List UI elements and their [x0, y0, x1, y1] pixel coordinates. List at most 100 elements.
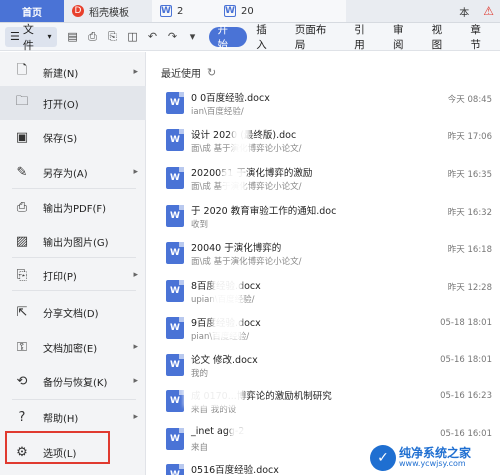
undo-icon[interactable]: ↶ — [147, 30, 159, 44]
refresh-icon[interactable]: ↻ — [207, 66, 216, 79]
menu-item-backup[interactable]: ⟲ 备份与恢复(K) ▸ — [0, 364, 146, 398]
ribbon-tab-view[interactable]: 视图 — [423, 24, 462, 51]
hamburger-icon: ☰ — [10, 30, 20, 43]
recent-file-row[interactable]: W 于 2020 教育审验工作的通知.doc 收到 昨天 16:32 — [160, 203, 500, 239]
file-path: ian\百度经验/ — [191, 107, 244, 117]
file-path: 收到 — [191, 220, 209, 230]
ribbon-tab-layout[interactable]: 页面布局 — [286, 24, 345, 51]
menu-item-share[interactable]: ⇱ 分享文档(D) — [0, 295, 146, 329]
menu-item-label: 帮助(H) — [43, 413, 79, 425]
file-time: 昨天 16:32 — [447, 208, 492, 218]
word-doc-icon: W — [166, 390, 184, 412]
highlight-annotation — [5, 431, 110, 464]
ribbon-tab-section[interactable]: 章节 — [461, 24, 500, 51]
new-document-icon: 🗋 — [16, 63, 28, 78]
word-doc-icon: W — [166, 464, 184, 475]
file-name: 于 2020 教育审验工作的通知.doc — [191, 206, 337, 217]
tab-document-1[interactable]: W 2 — [152, 0, 216, 22]
menu-item-encrypt[interactable]: ⚿ 文档加密(E) ▸ — [0, 330, 146, 364]
recent-file-row[interactable]: W 设计 2020 (最终版).doc 面\成 基于演化博弈论小论文/ 昨天 1… — [160, 127, 500, 163]
menu-item-help[interactable]: ? 帮助(H) ▸ — [0, 400, 146, 434]
recent-files-title: 最近使用 — [161, 69, 201, 80]
word-doc-icon: W — [166, 242, 184, 264]
folder-open-icon: 🗀 — [15, 94, 29, 109]
menu-item-label: 文档加密(E) — [43, 343, 98, 355]
file-path: 我的 — [191, 369, 209, 379]
print-icon[interactable]: ⎘ — [107, 30, 119, 44]
word-doc-icon: W — [224, 5, 236, 17]
file-time: 昨天 17:06 — [447, 132, 492, 142]
export-pdf-icon[interactable]: ⎙ — [87, 30, 99, 44]
tab-template[interactable]: D 稻壳模板 — [64, 0, 152, 22]
file-time: 昨天 16:35 — [447, 170, 492, 180]
file-menu-button[interactable]: ☰ 文件 ▾ — [5, 23, 57, 52]
image-export-icon: ▨ — [15, 233, 29, 249]
menu-item-print[interactable]: ⎘ 打印(P) ▸ — [0, 258, 146, 292]
ribbon-tabs: 开始 插入 页面布局 引用 审阅 视图 章节 — [208, 24, 500, 51]
file-time: 05-16 18:01 — [440, 355, 492, 365]
file-name: 20040 于演化博弈的 — [191, 243, 282, 254]
save-as-icon: ✎ — [16, 164, 28, 180]
chevron-right-icon: ▸ — [133, 342, 138, 352]
warning-icon[interactable]: ⚠ — [477, 0, 500, 22]
menu-item-label: 保存(S) — [43, 133, 78, 145]
recent-file-row[interactable]: W 2020051 于演化博弈的激励 面\成 基于演化博弈论小论文/ 昨天 16… — [160, 165, 500, 201]
share-icon: ⇱ — [16, 304, 28, 320]
word-doc-icon: W — [166, 428, 184, 450]
file-name: 2020051 于演化博弈的激励 — [191, 168, 313, 179]
toolbar: ☰ 文件 ▾ ▤ ⎙ ⎘ ◫ ↶ ↷ ▾ 开始 插入 页面布局 引用 审阅 视图… — [0, 23, 500, 52]
print-preview-icon[interactable]: ◫ — [127, 30, 139, 44]
menu-item-label: 分享文档(D) — [43, 308, 99, 320]
chevron-right-icon: ▸ — [133, 167, 138, 177]
recent-files-header: 最近使用 ↻ — [161, 65, 216, 80]
tab-document-3[interactable]: 本 — [346, 0, 477, 22]
menu-item-label: 打开(O) — [43, 99, 79, 111]
menu-item-label: 输出为图片(G) — [43, 237, 109, 249]
chevron-down-icon: ▾ — [47, 32, 52, 41]
menu-divider — [12, 188, 136, 189]
menu-item-export-image[interactable]: ▨ 输出为图片(G) — [0, 224, 146, 258]
recent-file-row[interactable]: W 20040 于演化博弈的 面\成 基于演化博弈论小论文/ 昨天 16:18 — [160, 240, 500, 276]
ribbon-tab-references[interactable]: 引用 — [345, 24, 384, 51]
menu-item-open[interactable]: 🗀 打开(O) — [0, 86, 146, 120]
file-path: 来自 — [191, 443, 209, 453]
save-icon[interactable]: ▤ — [67, 30, 79, 44]
file-time: 05-16 16:23 — [440, 391, 492, 401]
file-menu-label: 文件 — [22, 22, 34, 52]
menu-item-label: 备份与恢复(K) — [43, 377, 108, 389]
chevron-right-icon: ▸ — [133, 412, 138, 422]
ribbon-tab-insert[interactable]: 插入 — [247, 24, 286, 51]
word-doc-icon: W — [166, 205, 184, 227]
more-chevron-icon[interactable]: ▾ — [187, 30, 199, 44]
file-time: 05-18 18:01 — [440, 318, 492, 328]
recent-file-row[interactable]: W 论文 修改.docx 我的 05-16 18:01 — [160, 352, 500, 388]
recent-file-row[interactable]: W 8百度经验.docx upian\百度经验/ 昨天 12:28 — [160, 278, 500, 314]
word-doc-icon: W — [160, 5, 172, 17]
redo-icon[interactable]: ↷ — [167, 30, 179, 44]
recent-file-row[interactable]: W 0 0百度经验.docx ian\百度经验/ 今天 08:45 — [160, 90, 500, 126]
menu-item-new[interactable]: 🗋 新建(N) ▸ — [0, 55, 146, 89]
menu-item-label: 输出为PDF(F) — [43, 203, 107, 215]
ribbon-tab-review[interactable]: 审阅 — [384, 24, 423, 51]
menu-item-save[interactable]: ▣ 保存(S) — [0, 120, 146, 154]
recent-file-row[interactable]: W 9百度经验.docx pian\百度经验/ 05-18 18:01 — [160, 315, 500, 351]
redaction-blur — [222, 168, 246, 194]
tab-template-label: 稻壳模板 — [89, 7, 129, 19]
redaction-blur — [230, 425, 300, 445]
help-icon: ? — [18, 409, 26, 425]
file-name: 0516百度经验.docx — [191, 465, 279, 475]
tab-home-label: 首页 — [22, 7, 42, 19]
word-doc-icon: W — [166, 354, 184, 376]
menu-item-export-pdf[interactable]: ⎙ 输出为PDF(F) — [0, 190, 146, 224]
tab-home[interactable]: 首页 — [0, 0, 64, 22]
chevron-right-icon: ▸ — [133, 376, 138, 386]
file-name: 论文 修改.docx — [191, 355, 258, 366]
tab-document-2[interactable]: W 20 — [216, 0, 346, 22]
quick-access-toolbar: ▤ ⎙ ⎘ ◫ ↶ ↷ ▾ — [67, 30, 199, 44]
file-time: 05-16 16:01 — [440, 429, 492, 439]
ribbon-tab-home[interactable]: 开始 — [208, 24, 248, 51]
file-time: 昨天 12:28 — [447, 283, 492, 293]
menu-item-save-as[interactable]: ✎ 另存为(A) ▸ — [0, 155, 146, 189]
chevron-right-icon: ▸ — [133, 67, 138, 77]
word-doc-icon: W — [166, 280, 184, 302]
